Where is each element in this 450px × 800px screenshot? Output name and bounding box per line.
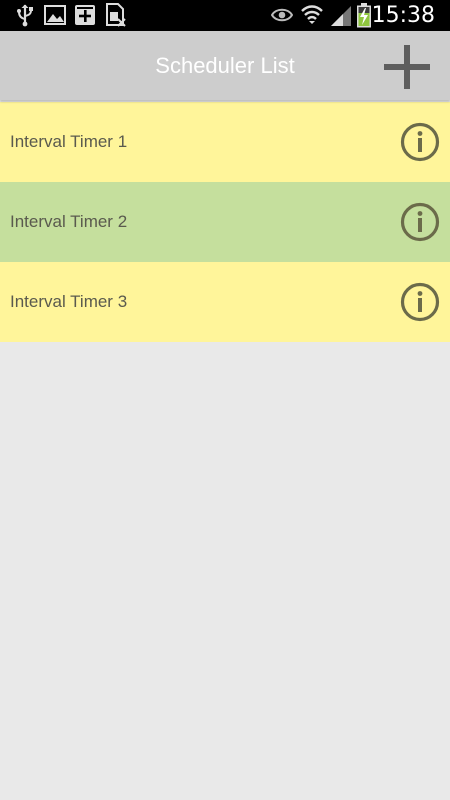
action-bar: Scheduler List bbox=[0, 31, 450, 100]
list-item-label: Interval Timer 2 bbox=[10, 212, 128, 231]
wifi-icon bbox=[301, 5, 323, 24]
list-item-interval-timer-2[interactable]: Interval Timer 2 bbox=[0, 182, 450, 262]
signal-icon bbox=[331, 6, 351, 26]
scheduler-list: Interval Timer 1 Interval Timer 2 Interv… bbox=[0, 102, 450, 342]
info-icon[interactable] bbox=[400, 202, 440, 242]
add-timer-button[interactable] bbox=[384, 45, 430, 89]
status-bar: 15:38 bbox=[0, 0, 450, 31]
battery-charging-icon bbox=[357, 3, 371, 28]
image-icon bbox=[44, 5, 66, 25]
usb-icon bbox=[17, 4, 33, 27]
plus-icon-vertical bbox=[404, 45, 410, 89]
calendar-plus-icon bbox=[75, 5, 95, 25]
list-item-interval-timer-3[interactable]: Interval Timer 3 bbox=[0, 262, 450, 342]
status-clock: 15:38 bbox=[371, 3, 435, 28]
info-icon[interactable] bbox=[400, 282, 440, 322]
info-icon[interactable] bbox=[400, 122, 440, 162]
sim-card-icon bbox=[106, 3, 126, 27]
list-item-label: Interval Timer 3 bbox=[10, 292, 128, 311]
list-item-label: Interval Timer 1 bbox=[10, 132, 128, 151]
eye-icon bbox=[271, 8, 293, 22]
list-item-interval-timer-1[interactable]: Interval Timer 1 bbox=[0, 102, 450, 182]
page-title: Scheduler List bbox=[155, 53, 295, 78]
